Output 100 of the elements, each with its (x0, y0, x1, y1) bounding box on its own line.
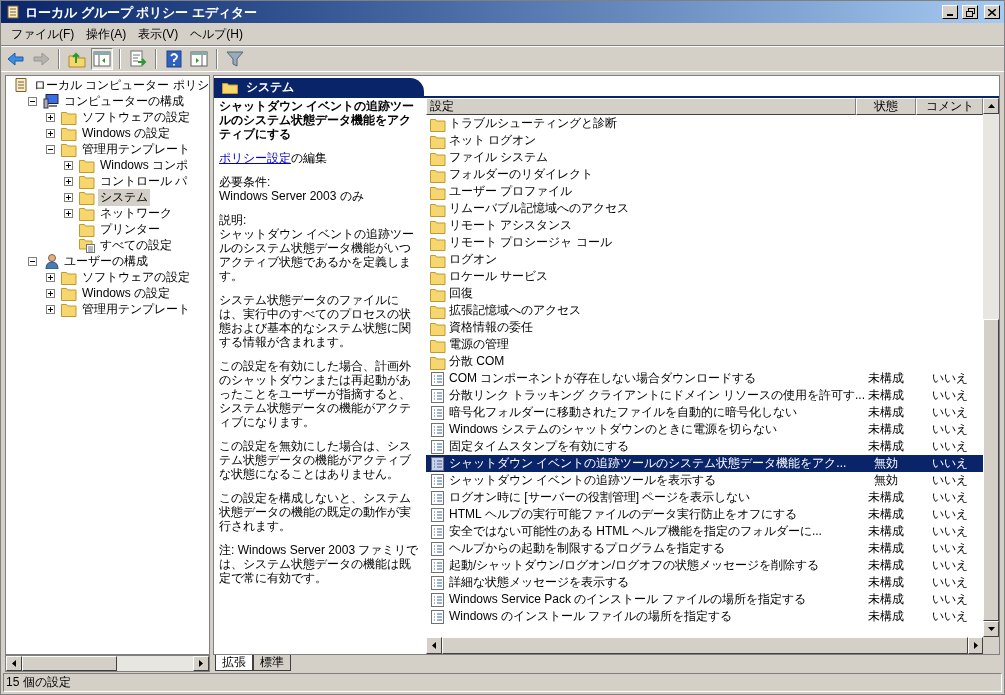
menu-item[interactable]: ファイル(F) (5, 24, 81, 44)
column-header[interactable]: コメント (916, 98, 983, 115)
tree-item[interactable]: ソフトウェアの設定 (80, 268, 192, 286)
tree-item[interactable]: システム (98, 188, 150, 206)
tree-item[interactable]: プリンター (98, 220, 162, 238)
scroll-left-button[interactable] (426, 637, 442, 654)
list-row[interactable]: ログオン時に [サーバーの役割管理] ページを表示しない 未構成 いいえ (426, 489, 983, 506)
comment-text: いいえ (931, 456, 968, 470)
list-row[interactable]: ファイル システム (426, 149, 983, 166)
folder-with-document-icon (79, 237, 95, 253)
minimize-button[interactable] (942, 5, 958, 19)
restore-button[interactable] (962, 5, 978, 19)
list-row[interactable]: フォルダーのリダイレクト (426, 166, 983, 183)
policy-setting-icon (430, 421, 446, 438)
list-row[interactable]: ログオン (426, 251, 983, 268)
comment-text: いいえ (931, 388, 968, 402)
policy-setting-icon (430, 608, 446, 625)
list-row[interactable]: 暗号化フォルダーに移動されたファイルを自動的に暗号化しない 未構成 いいえ (426, 404, 983, 421)
scroll-down-button[interactable] (983, 621, 999, 637)
tree-item[interactable]: コンピューターの構成 (62, 92, 186, 110)
scroll-thumb[interactable] (22, 656, 117, 671)
list-row[interactable]: 起動/シャットダウン/ログオン/ログオフの状態メッセージを削除する 未構成 いいえ (426, 557, 983, 574)
tree-item[interactable]: Windows の設定 (80, 124, 172, 142)
tree-item[interactable]: 管理用テンプレート (80, 300, 192, 318)
menu-item[interactable]: ヘルプ(H) (184, 24, 249, 44)
status-text: 無効 (874, 456, 898, 470)
comment-text: いいえ (931, 592, 968, 606)
tree-item[interactable]: すべての設定 (98, 236, 174, 254)
scroll-thumb[interactable] (983, 319, 999, 621)
list-row[interactable]: リムーバブル記憶域へのアクセス (426, 200, 983, 217)
list-row[interactable]: シャットダウン イベントの追跡ツールのシステム状態データ機能をアク... 無効 いいえ (426, 455, 983, 472)
list-row[interactable]: Windows のインストール ファイルの場所を指定する 未構成 いいえ (426, 608, 983, 625)
folder-icon (79, 189, 95, 205)
list-row[interactable]: Windows システムのシャットダウンのときに電源を切らない 未構成 いいえ (426, 421, 983, 438)
horizontal-scrollbar[interactable] (5, 655, 210, 672)
toolbar-button[interactable] (91, 48, 113, 70)
status-text: 未構成 (868, 422, 904, 436)
toolbar-button[interactable] (163, 48, 185, 70)
menu-item[interactable]: 操作(A) (80, 24, 133, 44)
view-tab[interactable]: 拡張 (215, 655, 253, 671)
folder-icon (61, 125, 77, 141)
tree-item[interactable]: Windows の設定 (80, 284, 172, 302)
tree-item[interactable]: 管理用テンプレート (80, 140, 192, 158)
tree-item[interactable]: Windows コンポ (98, 156, 190, 174)
list-row[interactable]: 分散 COM (426, 353, 983, 370)
list-row[interactable]: リモート アシスタンス (426, 217, 983, 234)
scroll-right-button[interactable] (193, 656, 209, 671)
list-row[interactable]: COM コンポーネントが存在しない場合ダウンロードする 未構成 いいえ (426, 370, 983, 387)
comment-text: いいえ (931, 524, 968, 538)
explanation-paragraph: この設定を構成しないと、システム状態データの機能の既定の動作が実行されます。 (219, 491, 412, 533)
list-row[interactable]: ユーザー プロファイル (426, 183, 983, 200)
list-row[interactable]: リモート プロシージャ コール (426, 234, 983, 251)
setting-name: 拡張記憶域へのアクセス (449, 302, 581, 319)
policy-setting-icon (430, 472, 446, 489)
list-row[interactable]: ロケール サービス (426, 268, 983, 285)
down-arrow-icon (987, 627, 995, 631)
policy-settings-link[interactable]: ポリシー設定 (219, 151, 291, 165)
setting-name: フォルダーのリダイレクト (449, 166, 593, 183)
status-text: 未構成 (868, 575, 904, 589)
setting-name: ユーザー プロファイル (449, 183, 573, 200)
list-row[interactable]: シャットダウン イベントの追跡ツールを表示する 無効 いいえ (426, 472, 983, 489)
list-row[interactable]: 固定タイムスタンプを有効にする 未構成 いいえ (426, 438, 983, 455)
view-tab[interactable]: 標準 (253, 655, 291, 671)
list-row[interactable]: 回復 (426, 285, 983, 302)
status-text: 無効 (874, 473, 898, 487)
tree-item[interactable]: ユーザーの構成 (62, 252, 150, 270)
list-row[interactable]: 分散リンク トラッキング クライアントにドメイン リソースの使用を許可す... 未構成 いいえ (426, 387, 983, 404)
list-row[interactable]: 電源の管理 (426, 336, 983, 353)
comment-text: いいえ (931, 558, 968, 572)
list-row[interactable]: ネット ログオン (426, 132, 983, 149)
setting-name: 詳細な状態メッセージを表示する (449, 574, 629, 591)
list-row[interactable]: 詳細な状態メッセージを表示する 未構成 いいえ (426, 574, 983, 591)
requirements-label: 必要条件: (219, 175, 272, 189)
list-row[interactable]: 拡張記憶域へのアクセス (426, 302, 983, 319)
list-row[interactable]: HTML ヘルプの実行可能ファイルのデータ実行防止をオフにする 未構成 いいえ (426, 506, 983, 523)
column-header[interactable]: 状態 (856, 98, 916, 115)
close-button[interactable] (984, 5, 1000, 19)
list-row[interactable]: 資格情報の委任 (426, 319, 983, 336)
column-header[interactable]: 設定 (426, 98, 856, 115)
toolbar-button[interactable] (127, 48, 149, 70)
filter-icon (226, 50, 244, 68)
tree-item[interactable]: ネットワーク (98, 204, 174, 222)
scroll-up-button[interactable] (983, 98, 999, 114)
list-row[interactable]: 安全ではない可能性のある HTML ヘルプ機能を指定のフォルダーに... 未構成 いいえ (426, 523, 983, 540)
folder-up-icon (68, 50, 86, 68)
setting-name: ログオン時に [サーバーの役割管理] ページを表示しない (449, 489, 751, 506)
list-row[interactable]: ヘルプからの起動を制限するプログラムを指定する 未構成 いいえ (426, 540, 983, 557)
list-row[interactable]: Windows Service Pack のインストール ファイルの場所を指定する 未構成 いいえ (426, 591, 983, 608)
scrollbar-corner (983, 637, 999, 654)
left-arrow-icon (12, 660, 16, 667)
left-arrow-icon (431, 642, 436, 649)
up-arrow-icon (987, 104, 995, 108)
tree-item[interactable]: ローカル コンピューター ポリシ (32, 76, 209, 94)
comment-text: いいえ (931, 473, 968, 487)
tree-item[interactable]: コントロール パ (98, 172, 190, 190)
list-row[interactable]: トラブルシューティングと診断 (426, 115, 983, 132)
scroll-left-button[interactable] (6, 656, 22, 671)
tree-item[interactable]: ソフトウェアの設定 (80, 108, 192, 126)
menu-item[interactable]: 表示(V) (132, 24, 185, 44)
vertical-scrollbar[interactable] (983, 98, 999, 637)
